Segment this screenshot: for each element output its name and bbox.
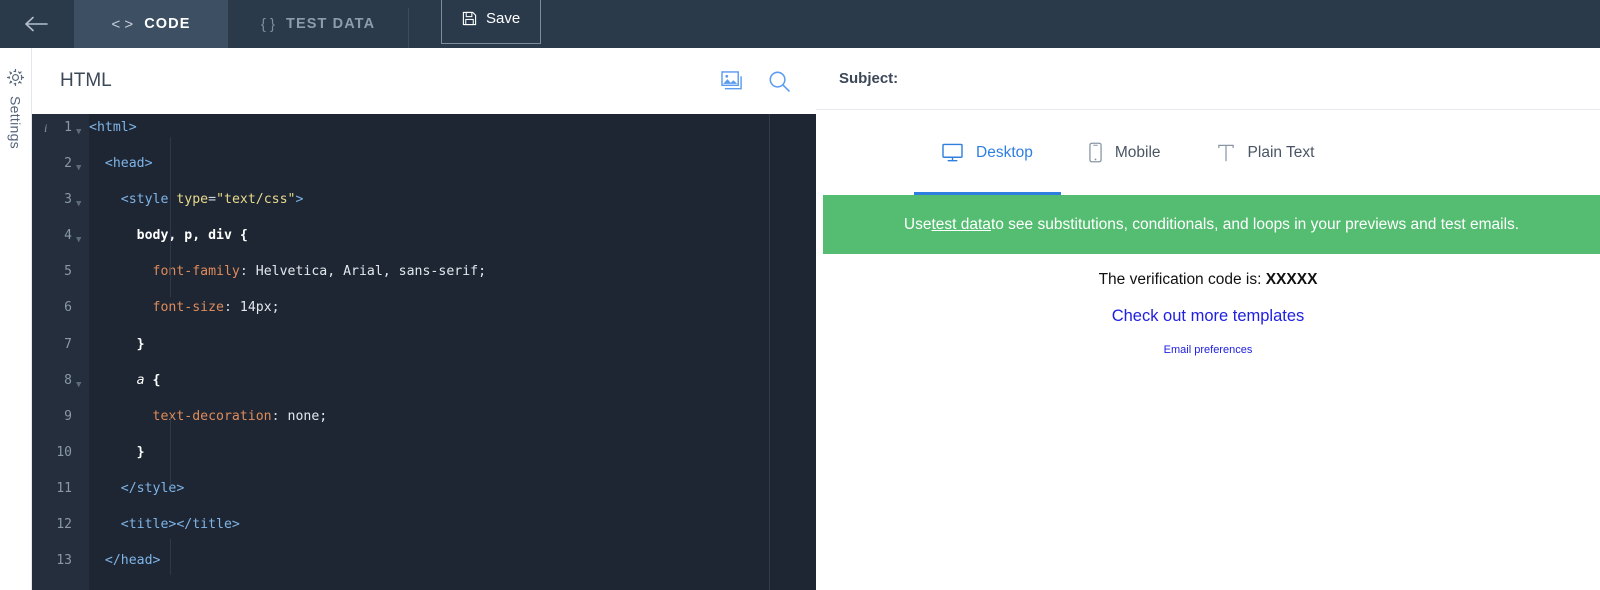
- editor-header: HTML: [32, 48, 816, 114]
- code-editor[interactable]: i 1 ▼ <html> 2 ▼ <head> 3 ▼ <style type="text/…: [32, 114, 816, 590]
- phone-icon: [1089, 142, 1102, 163]
- fold-arrow-icon[interactable]: ▼: [76, 231, 81, 249]
- fold-arrow-icon[interactable]: ▼: [76, 195, 81, 213]
- code-line[interactable]: 3 ▼ <style type="text/css">: [32, 191, 816, 209]
- code-brackets-icon: < >: [111, 15, 134, 33]
- line-number: 5: [64, 264, 72, 280]
- editor-header-icons: [721, 70, 816, 93]
- test-banner-suffix: to see substitutions, conditionals, and …: [990, 215, 1520, 233]
- code-text: <title></title>: [120, 517, 240, 533]
- line-number: 8: [64, 372, 72, 388]
- subject-bar: Subject:: [816, 48, 1600, 110]
- code-text: <html>: [89, 120, 137, 135]
- code-line[interactable]: 8 ▼ a {: [32, 372, 816, 390]
- verification-code-line: The verification code is: XXXXX: [816, 271, 1600, 289]
- code-text: <style type="text/css">: [120, 192, 304, 208]
- preview-view-tabs: Desktop Mobile Plain Text: [816, 110, 1600, 195]
- line-number: 1: [64, 120, 72, 135]
- line-number: 6: [64, 300, 72, 316]
- fold-arrow-icon[interactable]: ▼: [76, 123, 81, 141]
- code-line[interactable]: 12 <title></title>: [32, 516, 816, 534]
- editor-pane: HTML i 1 ▼ <html> 2 ▼ <head> 3 ▼ <style …: [31, 48, 816, 590]
- text-t-icon: [1217, 143, 1235, 162]
- save-button[interactable]: Save: [441, 0, 542, 44]
- code-line[interactable]: 9 text-decoration: none;: [32, 408, 816, 426]
- code-line[interactable]: 13 </head>: [32, 552, 816, 570]
- fold-arrow-icon[interactable]: ▼: [76, 376, 81, 394]
- indent-guide: [170, 414, 171, 486]
- save-button-wrap: Save: [409, 0, 542, 48]
- view-tab-desktop-label: Desktop: [976, 143, 1033, 161]
- search-icon[interactable]: [768, 70, 791, 93]
- code-text: </head>: [104, 553, 161, 569]
- line-number: 2: [64, 156, 72, 172]
- line-number: 4: [64, 228, 72, 244]
- code-text: }: [136, 336, 145, 352]
- email-template-editor: < > CODE { } TEST DATA Save Settings HTM…: [0, 0, 1600, 590]
- verification-code-text: The verification code is:: [1098, 271, 1266, 288]
- code-line[interactable]: 5 font-family: Helvetica, Arial, sans-se…: [32, 263, 816, 281]
- line-number: 11: [56, 480, 72, 496]
- code-text: font-family: Helvetica, Arial, sans-seri…: [152, 264, 487, 280]
- arrow-left-icon: [25, 16, 49, 32]
- tab-test-data-label: TEST DATA: [286, 16, 376, 32]
- monitor-icon: [942, 143, 963, 162]
- code-text: }: [136, 444, 145, 460]
- code-line[interactable]: 11 </style>: [32, 480, 816, 498]
- line-number: 12: [56, 517, 72, 533]
- line-number: 9: [64, 408, 72, 424]
- email-preferences-link[interactable]: Email preferences: [816, 344, 1600, 356]
- fold-arrow-icon[interactable]: ▼: [76, 159, 81, 177]
- code-text: text-decoration: none;: [152, 408, 328, 424]
- tab-code[interactable]: < > CODE: [74, 0, 228, 48]
- email-preview-body: The verification code is: XXXXX Check ou…: [816, 254, 1600, 356]
- settings-label: Settings: [7, 96, 24, 149]
- line-number: 7: [64, 336, 72, 352]
- view-tab-plain-text-label: Plain Text: [1247, 143, 1315, 161]
- indent-guide: [170, 539, 171, 575]
- settings-rail[interactable]: Settings: [0, 48, 31, 590]
- view-tab-mobile[interactable]: Mobile: [1061, 110, 1189, 195]
- line-number: 13: [56, 553, 72, 569]
- curly-braces-icon: { }: [260, 15, 276, 33]
- code-line[interactable]: 1 ▼ <html>: [32, 119, 816, 137]
- tab-test-data[interactable]: { } TEST DATA: [228, 0, 408, 48]
- code-line[interactable]: 10 }: [32, 444, 816, 462]
- image-library-icon[interactable]: [721, 70, 744, 92]
- code-text: body, p, div {: [136, 228, 248, 244]
- line-number: 10: [56, 444, 72, 460]
- tab-code-label: CODE: [144, 16, 191, 32]
- save-button-label: Save: [486, 10, 521, 27]
- test-data-link[interactable]: test data: [931, 216, 990, 234]
- view-tab-plain-text[interactable]: Plain Text: [1189, 110, 1343, 195]
- check-out-templates-link[interactable]: Check out more templates: [816, 307, 1600, 326]
- verification-code-value: XXXXX: [1265, 271, 1318, 288]
- code-lines[interactable]: 1 ▼ <html> 2 ▼ <head> 3 ▼ <style type="text/cs…: [32, 119, 816, 590]
- code-text: <head>: [104, 156, 153, 172]
- preview-pane: Subject: Desktop Mobile Plain Text Use t…: [816, 48, 1600, 590]
- indent-guide: [170, 137, 171, 297]
- line-number: 3: [64, 192, 72, 208]
- view-tab-desktop[interactable]: Desktop: [914, 110, 1061, 195]
- code-line[interactable]: 4 ▼ body, p, div {: [32, 227, 816, 245]
- test-banner-prefix: Use: [903, 215, 932, 233]
- view-tab-mobile-label: Mobile: [1114, 143, 1161, 161]
- code-text: a {: [136, 372, 161, 388]
- gear-icon: [6, 68, 25, 87]
- code-line[interactable]: 6 font-size: 14px;: [32, 299, 816, 317]
- test-data-banner: Use test data to see substitutions, cond…: [823, 195, 1600, 254]
- floppy-disk-icon: [462, 11, 477, 26]
- editor-title: HTML: [60, 70, 112, 91]
- subject-label: Subject:: [839, 70, 899, 87]
- top-bar: < > CODE { } TEST DATA Save: [0, 0, 1600, 48]
- back-button[interactable]: [0, 0, 74, 48]
- code-line[interactable]: 7 }: [32, 336, 816, 354]
- code-text: font-size: 14px;: [152, 300, 280, 316]
- code-line[interactable]: 2 ▼ <head>: [32, 155, 816, 173]
